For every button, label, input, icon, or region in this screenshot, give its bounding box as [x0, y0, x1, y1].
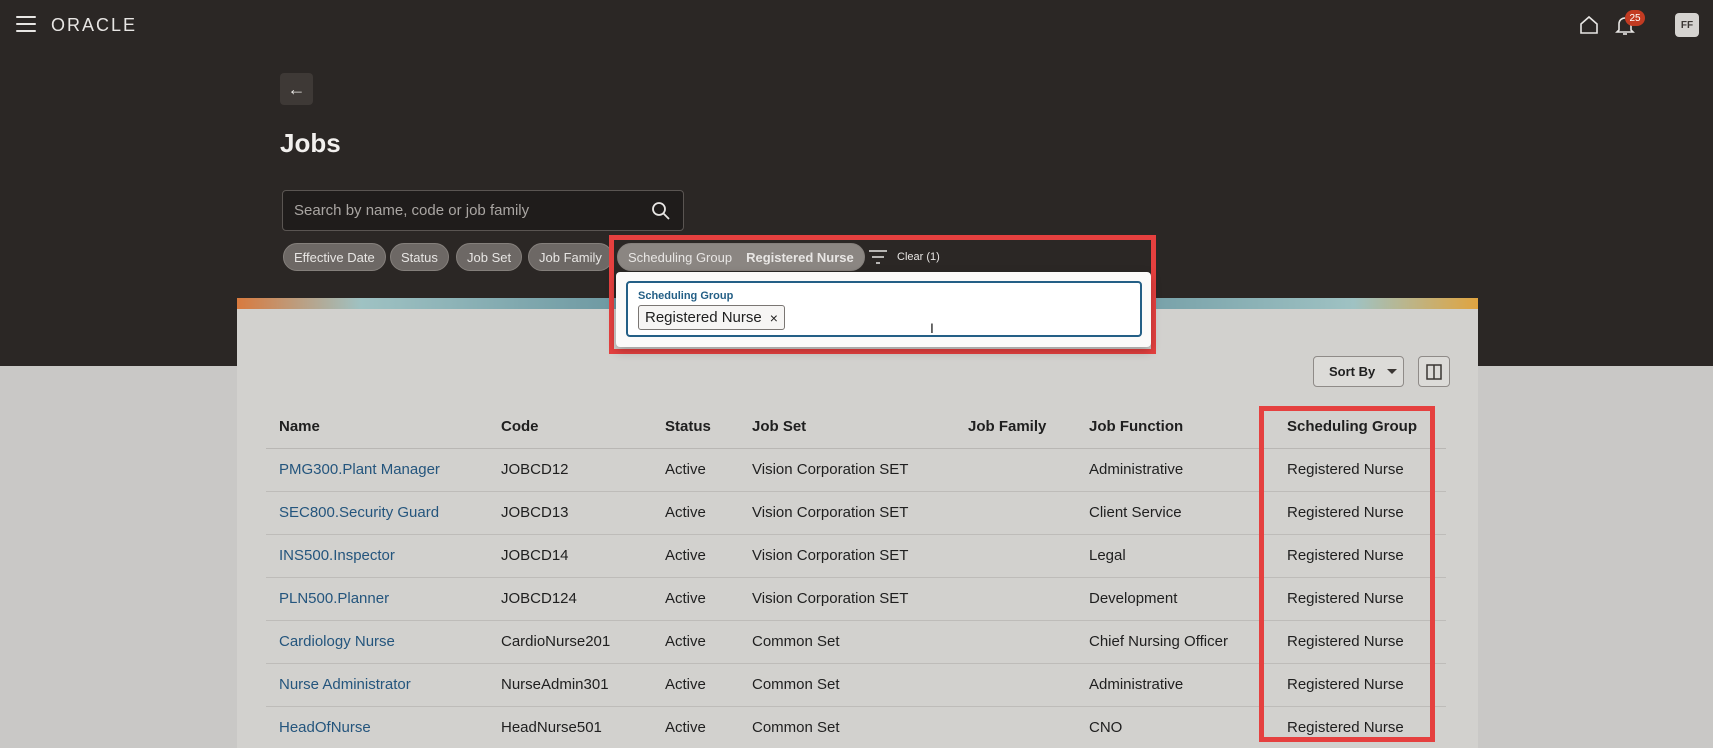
cell-status: Active [652, 491, 739, 535]
columns-button[interactable] [1418, 356, 1450, 387]
cell-job-family [955, 620, 1076, 664]
cell-job-set: Vision Corporation SET [739, 491, 955, 535]
home-icon[interactable] [1578, 14, 1600, 36]
search-box [282, 190, 684, 231]
column-header-name[interactable]: Name [266, 406, 488, 449]
job-name-link[interactable]: SEC800.Security Guard [279, 504, 439, 521]
token-label: Registered Nurse [645, 309, 762, 326]
cell-code: JOBCD124 [488, 577, 652, 621]
cell-job-family [955, 663, 1076, 707]
job-name-link[interactable]: Cardiology Nurse [279, 633, 395, 650]
cell-status: Active [652, 448, 739, 492]
cell-job-function: Administrative [1076, 448, 1274, 492]
global-header: ORACLE 25 FF [0, 0, 1713, 52]
filter-chip-effective-date[interactable]: Effective Date [283, 243, 386, 271]
cell-code: CardioNurse201 [488, 620, 652, 664]
highlight-box-column [1259, 406, 1435, 742]
text-cursor-icon: I [930, 320, 934, 336]
columns-icon [1426, 363, 1442, 380]
column-header-job-function[interactable]: Job Function [1076, 406, 1274, 449]
cell-job-function: Legal [1076, 534, 1274, 578]
cell-code: HeadNurse501 [488, 706, 652, 748]
filter-chip-job-family[interactable]: Job Family [528, 243, 613, 271]
cell-job-set: Vision Corporation SET [739, 534, 955, 578]
caret-down-icon [1387, 369, 1398, 374]
oracle-logo: ORACLE [51, 15, 138, 35]
cell-job-function: Administrative [1076, 663, 1274, 707]
cell-job-set: Common Set [739, 706, 955, 748]
cell-name: Cardiology Nurse [266, 620, 488, 664]
remove-token-icon[interactable]: × [770, 310, 778, 326]
cell-job-set: Vision Corporation SET [739, 448, 955, 492]
cell-code: JOBCD14 [488, 534, 652, 578]
field-label: Scheduling Group [638, 290, 734, 302]
cell-code: NurseAdmin301 [488, 663, 652, 707]
cell-job-function: CNO [1076, 706, 1274, 748]
scheduling-group-filter-popup: Scheduling Group Registered Nurse × [616, 272, 1151, 347]
cell-job-family [955, 448, 1076, 492]
filter-chip-status[interactable]: Status [390, 243, 449, 271]
cell-status: Active [652, 577, 739, 621]
cell-name: Nurse Administrator [266, 663, 488, 707]
cell-job-set: Common Set [739, 663, 955, 707]
column-header-job-family[interactable]: Job Family [955, 406, 1076, 449]
job-name-link[interactable]: Nurse Administrator [279, 676, 411, 693]
menu-icon[interactable] [16, 16, 36, 32]
cell-status: Active [652, 663, 739, 707]
cell-status: Active [652, 620, 739, 664]
back-button[interactable]: ← [280, 73, 313, 105]
cell-name: HeadOfNurse [266, 706, 488, 748]
cell-job-set: Common Set [739, 620, 955, 664]
column-header-job-set[interactable]: Job Set [739, 406, 955, 449]
column-header-status[interactable]: Status [652, 406, 739, 449]
page-title: Jobs [280, 128, 341, 158]
sort-by-button[interactable]: Sort By [1313, 356, 1404, 387]
search-icon[interactable] [651, 201, 671, 221]
filter-chip-job-set[interactable]: Job Set [456, 243, 523, 271]
avatar[interactable]: FF [1675, 13, 1699, 37]
search-input[interactable] [283, 191, 683, 230]
cell-name: PLN500.Planner [266, 577, 488, 621]
job-name-link[interactable]: PMG300.Plant Manager [279, 461, 440, 478]
column-header-code[interactable]: Code [488, 406, 652, 449]
cell-job-family [955, 577, 1076, 621]
cell-job-family [955, 534, 1076, 578]
job-name-link[interactable]: HeadOfNurse [279, 719, 371, 736]
selected-token: Registered Nurse × [638, 305, 785, 330]
sort-label: Sort By [1329, 364, 1376, 379]
cell-job-family [955, 491, 1076, 535]
cell-code: JOBCD13 [488, 491, 652, 535]
cell-job-function: Chief Nursing Officer [1076, 620, 1274, 664]
scheduling-group-field[interactable]: Scheduling Group Registered Nurse × [626, 281, 1142, 337]
cell-name: SEC800.Security Guard [266, 491, 488, 535]
cell-job-function: Development [1076, 577, 1274, 621]
cell-job-set: Vision Corporation SET [739, 577, 955, 621]
cell-code: JOBCD12 [488, 448, 652, 492]
job-name-link[interactable]: INS500.Inspector [279, 547, 395, 564]
notification-badge: 25 [1625, 10, 1645, 26]
cell-status: Active [652, 706, 739, 748]
job-name-link[interactable]: PLN500.Planner [279, 590, 389, 607]
cell-job-family [955, 706, 1076, 748]
cell-name: PMG300.Plant Manager [266, 448, 488, 492]
cell-name: INS500.Inspector [266, 534, 488, 578]
cell-status: Active [652, 534, 739, 578]
cell-job-function: Client Service [1076, 491, 1274, 535]
